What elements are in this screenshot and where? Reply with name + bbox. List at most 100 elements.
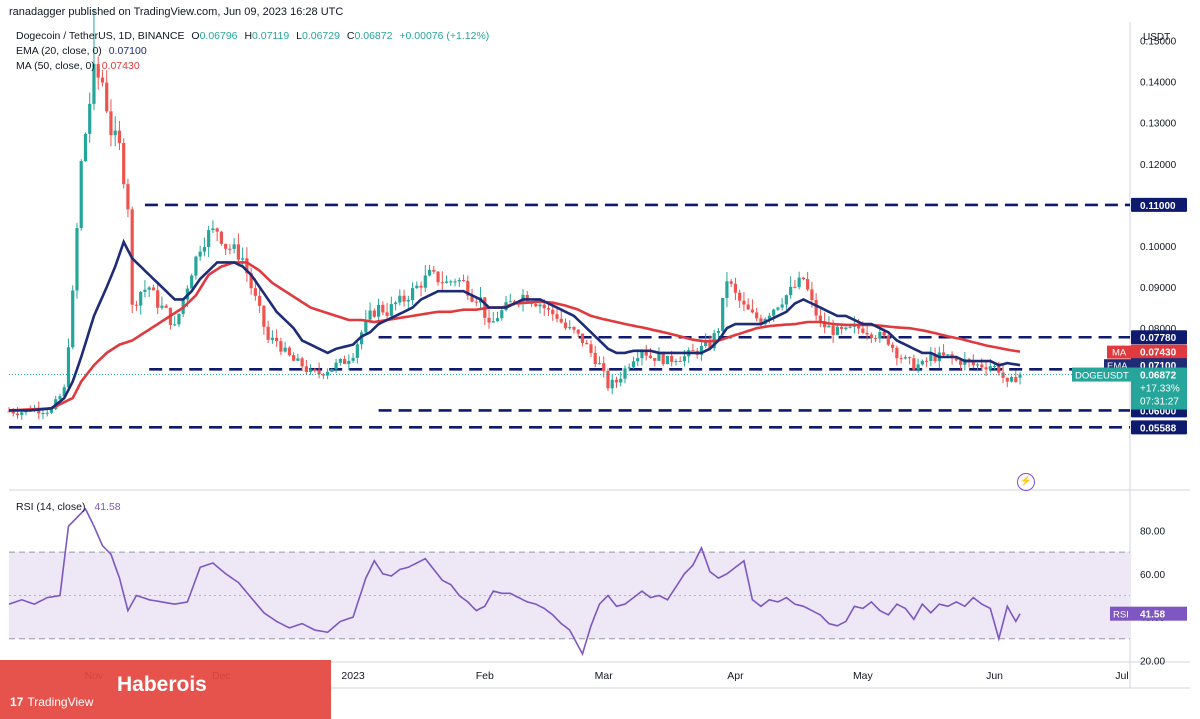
candle-body-down [461,280,466,282]
x-tick-label: Feb [476,670,494,682]
candle-body-down [593,352,597,365]
candle-body-up [457,280,461,282]
candle-body-down [606,370,610,389]
candle-body-down [648,355,653,359]
candle-body-up [848,326,852,328]
candle-body-up [410,288,415,301]
candle-body-down [661,353,665,365]
candle-body-down [755,312,759,319]
rsi-tick-label: 20.00 [1140,656,1165,667]
ohlc-high: 0.07119 [252,30,290,42]
candle-body-up [296,358,300,361]
candle-body-up [415,285,419,289]
candle-body-up [619,378,623,383]
candle-body-up [83,133,88,162]
candle-body-up [177,313,181,325]
ohlc-high-label: H [244,30,253,42]
x-tick-label: Jul [1115,670,1128,682]
candle-body-up [194,256,198,276]
candle-body-down [742,300,746,305]
candle-body-down [831,325,835,335]
symbol-name: Dogecoin / TetherUS, 1D, BINANCE [16,30,185,42]
x-tick-label: May [853,670,874,682]
tradingview-chart[interactable]: USDT0.060000.070000.080000.090000.100000… [0,0,1200,719]
candle-body-down [733,283,738,293]
candle-body-down [292,355,296,361]
candle-body-up [139,291,143,306]
candle-body-down [793,286,797,288]
candle-body-down [924,360,929,362]
candle-body-down [576,329,580,334]
symbol-legend[interactable]: Dogecoin / TetherUS, 1D, BINANCE O0.0679… [16,30,489,42]
candle-body-up [975,364,980,366]
candle-body-down [228,248,232,250]
ma-legend[interactable]: MA (50, close, 0) 0.07430 [16,60,140,72]
candle-body-up [79,161,83,229]
candle-body-up [449,281,453,283]
candle-body-up [992,366,997,368]
candle-body-down [912,358,916,370]
candle-body-up [211,228,215,231]
candle-body-down [729,281,733,284]
candle-body-down [440,282,444,284]
candle-body-down [589,344,593,353]
candle-body-down [891,344,895,348]
candle-body-up [657,353,661,361]
last-price-value: 0.06872 [1140,371,1177,382]
candle-body-down [1001,372,1005,378]
candle-body-down [1005,377,1009,382]
candle-body-down [105,82,109,112]
candle-body-up [406,300,410,302]
candle-body-down [151,287,156,291]
candle-body-down [300,358,304,367]
candle-body-up [58,396,62,400]
candle-body-up [674,360,678,362]
candle-body-up [453,281,457,283]
candle-body-down [117,130,122,143]
ema-legend-label: EMA (20, close, 0) [16,45,102,57]
candle-body-up [665,355,670,365]
candle-body-down [614,379,619,383]
candle-body-up [41,413,45,415]
candle-body-down [670,355,674,362]
candle-body-up [508,301,512,303]
candle-body-down [304,366,308,372]
candle-body-down [555,314,559,319]
candle-body-up [198,251,202,257]
tradingview-logo: 17 TradingView [10,695,93,709]
candle-body-down [258,295,262,306]
candle-body-down [899,358,903,360]
candle-body-up [721,297,725,332]
ohlc-change: +0.00076 (+1.12%) [399,30,490,42]
candle-body-down [275,337,279,342]
candle-body-down [224,243,228,249]
candle-body-down [262,305,266,327]
candle-body-down [997,366,1001,373]
ohlc-open: 0.06796 [199,30,238,42]
ema-legend[interactable]: EMA (20, close, 0) 0.07100 [16,45,147,57]
candle-body-up [929,354,933,361]
candle-body-up [355,344,359,358]
price-tick-label: 0.09000 [1140,283,1177,294]
candle-body-down [253,288,257,296]
candle-body-up [207,230,211,248]
candle-body-down [436,271,440,283]
candle-body-up [610,379,614,389]
lightning-icon[interactable]: ⚡ [1017,473,1035,491]
rsi-legend[interactable]: RSI (14, close) 41.58 [16,501,121,513]
candle-body-up [20,412,24,416]
candle-body-down [818,315,822,322]
candle-body-up [784,295,789,305]
candle-body-up [66,347,71,388]
candle-body-down [474,301,478,303]
x-tick-label: Jun [986,670,1003,682]
candle-body-up [143,289,147,292]
price-tick-label: 0.15000 [1140,37,1177,48]
candle-body-down [678,360,682,362]
candle-body-down [164,305,168,308]
candle-body-down [1014,377,1018,383]
symbol-tag-name: DOGEUSDT [1075,371,1129,382]
candle-body-down [810,289,814,300]
candle-body-up [716,331,721,334]
tradingview-logo-icon: 17 [10,695,24,709]
